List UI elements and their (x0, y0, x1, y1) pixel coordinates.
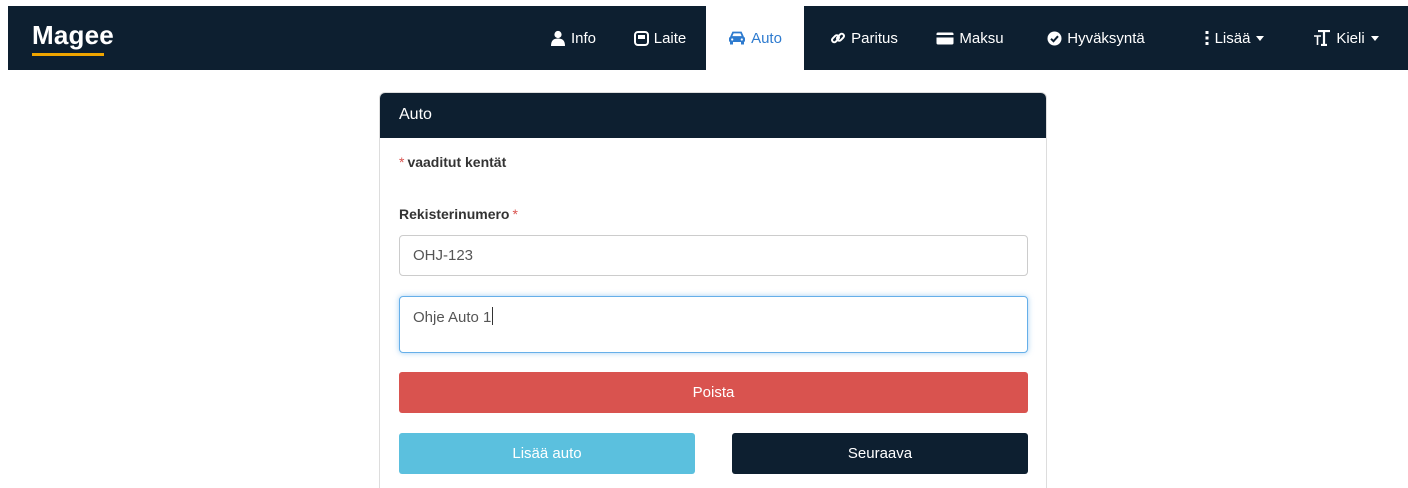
nav-item-info[interactable]: Info (540, 6, 606, 70)
reg-number-label: Rekisterinumero * (399, 206, 518, 222)
required-note-text: vaaditut kentät (407, 154, 507, 170)
reg-number-label-text: Rekisterinumero (399, 206, 510, 222)
car-name-textarea[interactable]: Ohje Auto 1 (399, 296, 1028, 353)
chevron-down-icon (1370, 35, 1379, 41)
nav-item-hyvaksynta[interactable]: Hyväksyntä (1028, 6, 1164, 70)
auto-panel: Auto * vaaditut kentät Rekisterinumero * O… (379, 92, 1047, 488)
nav-label-auto: Auto (751, 29, 782, 47)
car-icon (728, 31, 746, 45)
delete-button[interactable]: Poista (399, 372, 1028, 413)
required-fields-note: * vaaditut kentät (399, 154, 506, 170)
top-navbar: Magee Info Laite Auto Paritus Maksu Hyvä… (8, 6, 1408, 70)
vertical-ellipsis-icon (1204, 30, 1210, 46)
reg-number-input[interactable] (399, 235, 1028, 276)
nav-item-kieli[interactable]: Kieli (1300, 6, 1392, 70)
nav-label-hyvaksynta: Hyväksyntä (1067, 29, 1145, 47)
next-button[interactable]: Seuraava (732, 433, 1028, 474)
nav-item-auto[interactable]: Auto (706, 6, 804, 70)
device-icon (633, 30, 649, 46)
car-name-value: Ohje Auto 1 (413, 309, 492, 326)
text-cursor (492, 307, 494, 325)
chevron-down-icon (1256, 35, 1265, 41)
user-icon (550, 30, 566, 46)
text-size-icon (1313, 30, 1331, 46)
panel-title: Auto (380, 93, 1046, 138)
nav-item-maksu[interactable]: Maksu (926, 6, 1014, 70)
nav-label-lisaa: Lisää (1214, 29, 1251, 47)
credit-card-icon (936, 32, 954, 45)
add-car-button[interactable]: Lisää auto (399, 433, 695, 474)
nav-item-lisaa[interactable]: Lisää (1182, 6, 1286, 70)
required-star: * (512, 206, 518, 222)
required-star: * (399, 154, 405, 170)
nav-label-paritus: Paritus (851, 29, 898, 47)
nav-item-laite[interactable]: Laite (620, 6, 700, 70)
nav-item-paritus[interactable]: Paritus (812, 6, 916, 70)
nav-label-info: Info (570, 29, 597, 47)
nav-menu: Info Laite Auto Paritus Maksu Hyväksyntä… (8, 6, 1408, 70)
link-icon (830, 30, 846, 46)
nav-label-kieli: Kieli (1336, 29, 1365, 47)
nav-label-maksu: Maksu (959, 29, 1004, 47)
nav-label-laite: Laite (653, 29, 687, 47)
check-circle-icon (1047, 31, 1062, 46)
